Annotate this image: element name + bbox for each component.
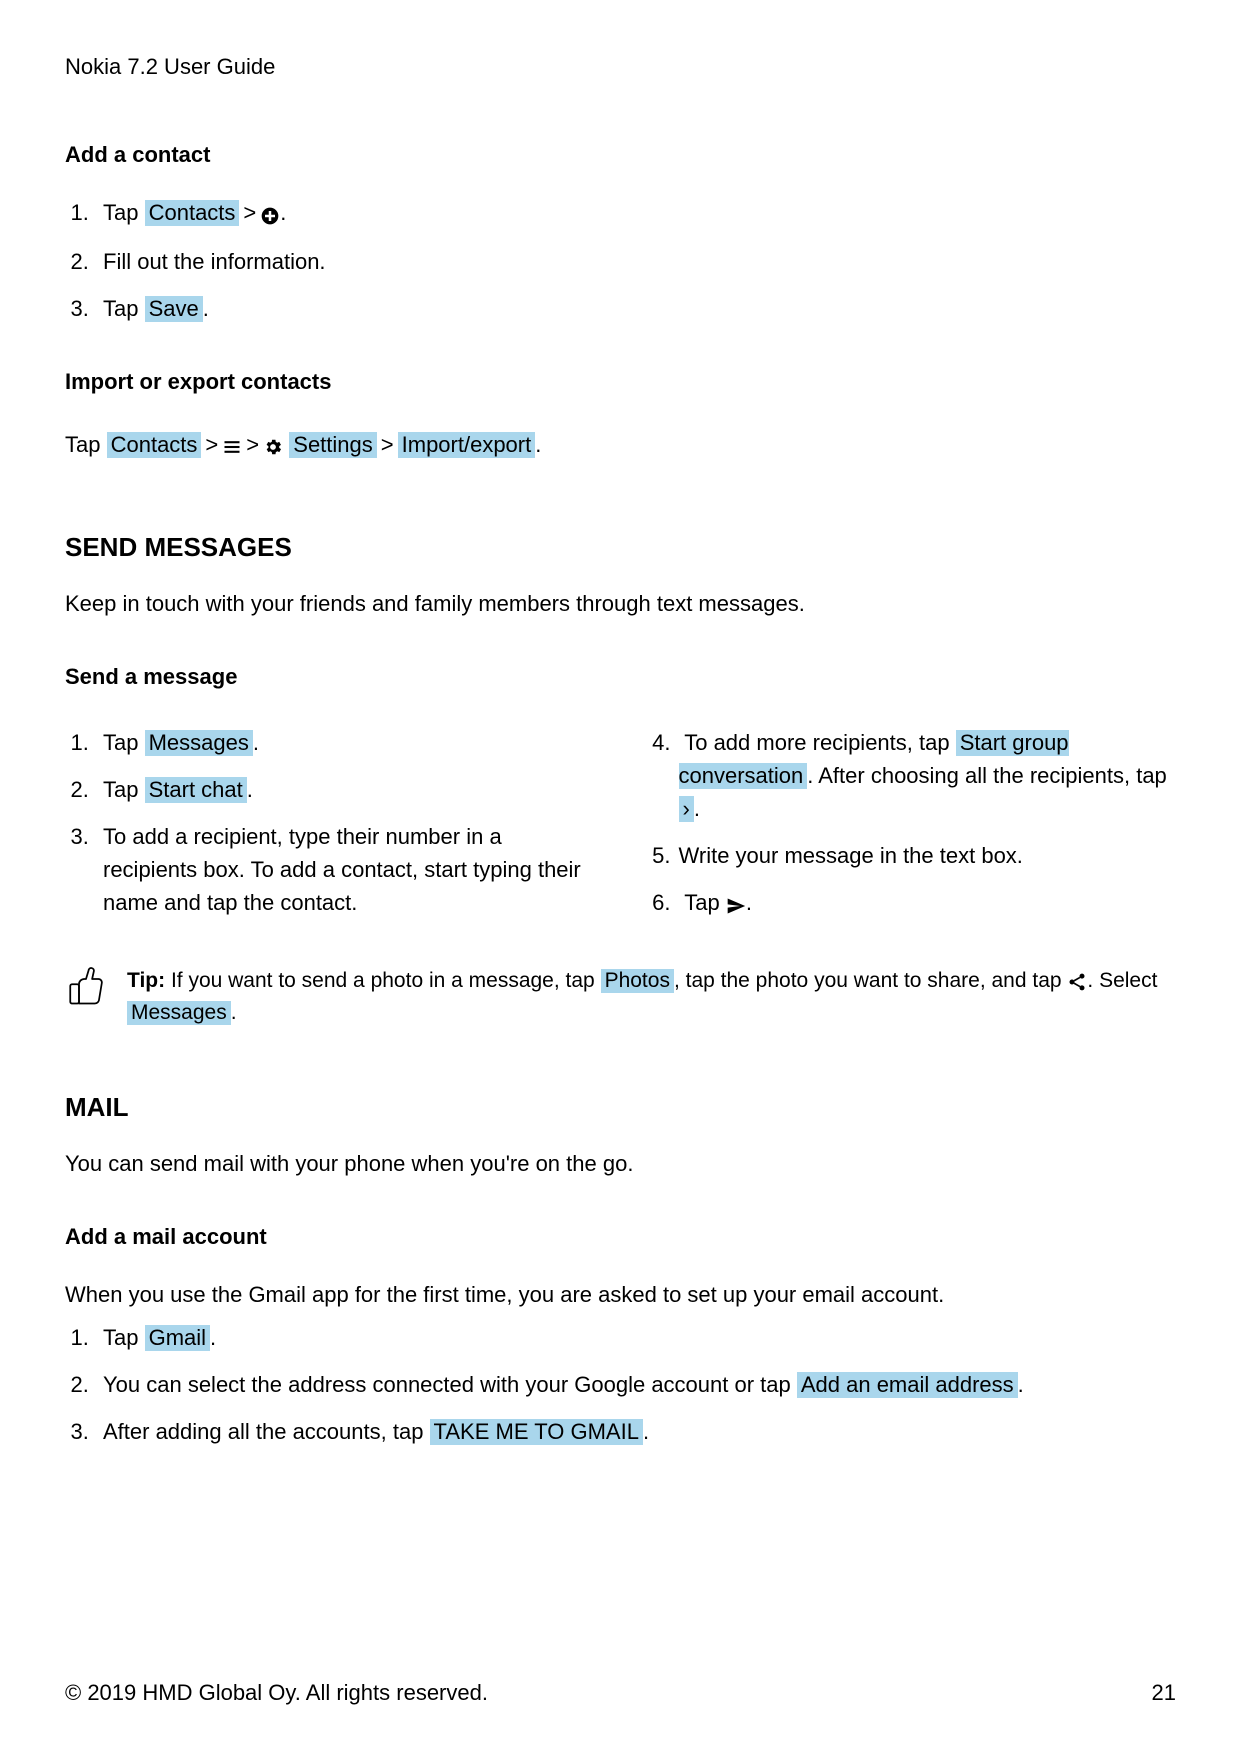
list-item: Tap Contacts > .: [95, 196, 1176, 231]
text: .: [203, 296, 209, 321]
text: .: [210, 1325, 216, 1350]
text: After adding all the accounts, tap: [103, 1419, 430, 1444]
copyright: © 2019 HMD Global Oy. All rights reserve…: [65, 1676, 488, 1709]
share-icon: [1067, 965, 1087, 997]
text: .: [1018, 1372, 1024, 1397]
heading-mail: MAIL: [65, 1088, 1176, 1127]
send-message-steps-left: Tap Messages. Tap Start chat. To add a r…: [65, 726, 601, 935]
settings-button: Settings: [289, 432, 377, 458]
list-item: Tap Start chat.: [95, 773, 601, 806]
next-button: ›: [679, 796, 694, 822]
list-item: To add more recipients, tap Start group …: [671, 726, 1177, 825]
text: Tap: [103, 200, 145, 225]
page-header: Nokia 7.2 User Guide: [65, 50, 1176, 83]
list-item: Tap Messages.: [95, 726, 601, 759]
text: Tap: [103, 730, 145, 755]
text: You can select the address connected wit…: [103, 1372, 797, 1397]
text: >: [201, 423, 222, 467]
text: . Select: [1087, 969, 1157, 992]
text: .: [253, 730, 259, 755]
messages-button: Messages: [127, 1001, 231, 1025]
gear-icon: [263, 424, 283, 468]
list-item: You can select the address connected wit…: [95, 1368, 1176, 1401]
text: .: [535, 432, 541, 457]
text: Tap: [65, 432, 107, 457]
list-item: Tap Save.: [95, 292, 1176, 325]
tip-text: Tip: If you want to send a photo in a me…: [127, 965, 1176, 1029]
text: .: [694, 796, 700, 821]
text: , tap the photo you want to share, and t…: [674, 969, 1067, 992]
text: To add more recipients, tap: [684, 730, 955, 755]
menu-icon: [222, 424, 242, 468]
mail-intro: You can send mail with your phone when y…: [65, 1147, 1176, 1180]
page-number: 21: [1152, 1676, 1176, 1709]
heading-send-messages: SEND MESSAGES: [65, 528, 1176, 567]
text: If you want to send a photo in a message…: [165, 969, 600, 992]
tip-box: Tip: If you want to send a photo in a me…: [65, 965, 1176, 1029]
messages-button: Messages: [145, 730, 253, 756]
import-export-path: Tap Contacts > > Settings > Import/expor…: [65, 423, 1176, 468]
photos-button: Photos: [601, 969, 674, 993]
text: .: [746, 890, 752, 915]
tip-icon: [65, 965, 107, 1016]
text: >: [242, 423, 263, 467]
text: >: [239, 196, 260, 229]
list-item: Write your message in the text box.: [671, 839, 1177, 872]
heading-add-contact: Add a contact: [65, 138, 1176, 171]
text: . After choosing all the recipients, tap: [807, 763, 1167, 788]
text: >: [377, 423, 398, 467]
text: .: [247, 777, 253, 802]
list-item: Tap Gmail.: [95, 1321, 1176, 1354]
text: .: [280, 200, 286, 225]
heading-import-export: Import or export contacts: [65, 365, 1176, 398]
contacts-button: Contacts: [107, 432, 202, 458]
start-chat-button: Start chat: [145, 777, 247, 803]
add-mail-account-steps: Tap Gmail. You can select the address co…: [65, 1321, 1176, 1448]
add-email-button: Add an email address: [797, 1372, 1018, 1398]
contacts-button: Contacts: [145, 200, 240, 226]
list-item: Tap .: [671, 886, 1177, 921]
list-item: After adding all the accounts, tap TAKE …: [95, 1415, 1176, 1448]
tip-label: Tip:: [127, 969, 165, 992]
list-item: Fill out the information.: [95, 245, 1176, 278]
save-button: Save: [145, 296, 203, 322]
heading-add-mail-account: Add a mail account: [65, 1220, 1176, 1253]
list-item: To add a recipient, type their number in…: [95, 820, 601, 919]
text: .: [231, 1001, 237, 1024]
text: Tap: [103, 1325, 145, 1350]
plus-circle-icon: [260, 198, 280, 231]
text: Tap: [684, 890, 726, 915]
text: .: [643, 1419, 649, 1444]
send-message-steps-right: To add more recipients, tap Start group …: [641, 726, 1177, 935]
text: Tap: [103, 296, 145, 321]
mail-intro2: When you use the Gmail app for the first…: [65, 1278, 1176, 1311]
import-export-button: Import/export: [398, 432, 536, 458]
text: Tap: [103, 777, 145, 802]
send-messages-intro: Keep in touch with your friends and fami…: [65, 587, 1176, 620]
gmail-button: Gmail: [145, 1325, 210, 1351]
send-icon: [726, 888, 746, 921]
page-footer: © 2019 HMD Global Oy. All rights reserve…: [65, 1676, 1176, 1709]
add-contact-steps: Tap Contacts > . Fill out the informatio…: [65, 196, 1176, 325]
heading-send-a-message: Send a message: [65, 660, 1176, 693]
take-me-to-gmail-button: TAKE ME TO GMAIL: [430, 1419, 643, 1445]
